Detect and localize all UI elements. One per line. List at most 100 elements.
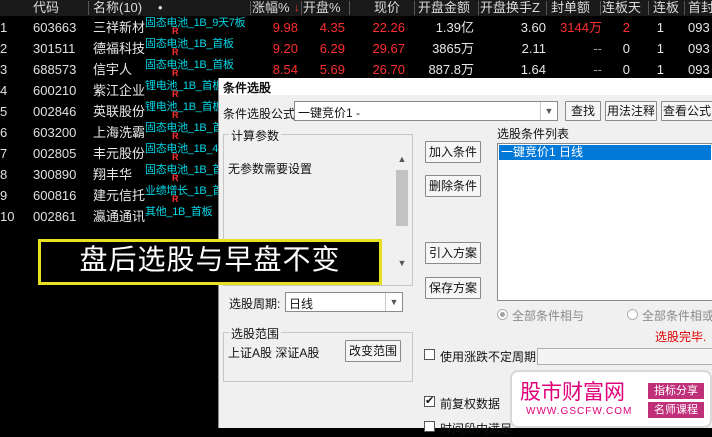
dialog-title: 条件选股 — [223, 81, 272, 95]
use-period-checkbox[interactable] — [424, 349, 435, 360]
first-seal-time: 093 — [688, 20, 710, 35]
stock-code: 002805 — [33, 146, 77, 161]
pre-adjust-label: 前复权数据 — [440, 397, 501, 411]
row-index: 10 — [0, 209, 15, 224]
row-index: 4 — [0, 83, 8, 98]
change-range-button[interactable]: 改变范围 — [345, 340, 401, 362]
find-button[interactable]: 查找 — [565, 101, 601, 121]
watermark-badge-share: 指标分享 — [648, 383, 704, 399]
header-code[interactable]: 代码 — [33, 0, 59, 16]
period-value: 日线 — [289, 297, 314, 311]
dropdown-arrow-icon[interactable]: ▼ — [385, 293, 402, 311]
period-label: 选股周期: — [229, 297, 281, 311]
header-open-pct[interactable]: 开盘% — [303, 0, 341, 16]
period-select[interactable]: 日线 ▼ — [285, 292, 403, 312]
consecutive: 1 — [656, 62, 664, 77]
stock-code: 688573 — [33, 62, 77, 77]
params-scrollbar[interactable]: ▲ ▼ — [395, 154, 409, 268]
scroll-up-icon[interactable]: ▲ — [395, 154, 409, 164]
stock-name: 上海洗霸 — [93, 125, 146, 140]
open-pct: 5.69 — [319, 62, 345, 77]
caption-text: 盘后选股与早盘不变 — [79, 245, 341, 276]
header-open-amount[interactable]: 开盘金额 — [418, 0, 470, 16]
radio-all-and[interactable] — [497, 309, 508, 320]
stock-code: 603663 — [33, 20, 77, 35]
seal-amount: -- — [593, 62, 602, 77]
status-text: 选股完毕. — [655, 330, 707, 344]
dropdown-arrow-icon[interactable]: ▼ — [540, 102, 557, 120]
limit-days: 2 — [622, 20, 630, 35]
open-pct: 4.35 — [319, 20, 345, 35]
formula-select[interactable]: 一键竞价1 - ▼ — [294, 101, 558, 121]
stock-name: 英联股份 — [93, 104, 146, 119]
stock-name: 紫江企业 — [93, 83, 146, 98]
table-header: 代码 名称(10) • 涨幅% ↓ 开盘% 现价 开盘金额 开盘换手Z 封单额 … — [0, 0, 712, 16]
column-divider — [648, 1, 649, 15]
time-section-checkbox[interactable] — [424, 421, 435, 432]
column-divider — [600, 1, 601, 15]
limit-days: 0 — [622, 62, 630, 77]
concept-tag: 其他_1B_首板 — [145, 206, 213, 218]
table-row[interactable]: 3 688573 信宇人 固态电池_1B_首板 R 8.54 5.69 26.7… — [0, 59, 712, 80]
stock-name: 丰元股份 — [93, 146, 146, 161]
stock-code: 300890 — [33, 167, 77, 182]
scroll-thumb[interactable] — [396, 170, 408, 226]
radio-all-or[interactable] — [627, 309, 638, 320]
use-period-label: 使用涨跌不定周期 — [440, 350, 537, 364]
row-index: 6 — [0, 125, 8, 140]
header-first-seal[interactable]: 首封 — [688, 0, 712, 16]
condition-list[interactable]: 一键竞价1 日线 — [497, 143, 712, 301]
stock-code: 600210 — [33, 83, 77, 98]
view-formula-button[interactable]: 查看公式 — [661, 101, 712, 121]
stock-name: 三祥新材 — [93, 20, 146, 35]
row-index: 8 — [0, 167, 8, 182]
add-condition-button[interactable]: 加入条件 — [425, 141, 481, 163]
open-turnover: 1.64 — [520, 62, 546, 77]
save-plan-button[interactable]: 保存方案 — [425, 277, 481, 299]
formula-label: 条件选股公式 — [223, 107, 296, 121]
range-group-title: 选股范围 — [229, 325, 282, 342]
header-name[interactable]: 名称(10) — [93, 0, 142, 16]
change-pct: 8.54 — [272, 62, 298, 77]
header-limit-days[interactable]: 连板天 — [602, 0, 641, 16]
seal-amount: -- — [593, 41, 602, 56]
checkmark-icon: ✔ — [425, 395, 435, 407]
pre-adjust-checkbox[interactable]: ✔ — [424, 395, 435, 407]
seal-amount: 3144万 — [560, 20, 602, 35]
header-open-turnover[interactable]: 开盘换手Z — [480, 0, 540, 16]
condition-list-item[interactable]: 一键竞价1 日线 — [499, 145, 711, 160]
stock-name: 翔丰华 — [93, 167, 133, 182]
import-plan-button[interactable]: 引入方案 — [425, 242, 481, 264]
delete-condition-button[interactable]: 删除条件 — [425, 175, 481, 197]
open-amount: 3865万 — [432, 41, 474, 56]
scroll-down-icon[interactable]: ▼ — [395, 258, 409, 268]
header-consecutive[interactable]: 连板 — [653, 0, 679, 16]
sort-down-icon: ↓ — [294, 2, 300, 14]
site-watermark-logo: 股市财富网 WWW.GSCFW.COM 指标分享 名师课程 — [510, 370, 712, 428]
range-value: 上证A股 深证A股 — [228, 346, 320, 360]
header-price[interactable]: 现价 — [374, 0, 400, 16]
table-row[interactable]: 1 603663 三祥新材 固态电池_1B_9天7板 R 9.98 4.35 2… — [0, 17, 712, 38]
row-index: 3 — [0, 62, 8, 77]
open-amount: 887.8万 — [428, 62, 474, 77]
row-index: 5 — [0, 104, 8, 119]
usage-notes-button[interactable]: 用法注释 — [605, 101, 657, 121]
first-seal-time: 093 — [688, 41, 710, 56]
column-divider — [88, 1, 89, 15]
price: 29.67 — [372, 41, 405, 56]
first-seal-time: 093 — [688, 62, 710, 77]
dialog-titlebar[interactable]: 条件选股 — [219, 78, 712, 95]
condition-list-label: 选股条件列表 — [497, 127, 570, 141]
concept-tag: 固态电池_1B_9天7板 — [145, 17, 246, 29]
period-input[interactable] — [537, 348, 712, 365]
concept-tag: 固态电池_1B_首板 — [145, 38, 234, 50]
price: 26.70 — [372, 62, 405, 77]
column-divider — [250, 1, 251, 15]
column-divider — [478, 1, 479, 15]
concept-tag: 锂电池_1B_首板 — [145, 101, 223, 113]
header-seal-amount[interactable]: 封单额 — [551, 0, 590, 16]
price: 22.26 — [372, 20, 405, 35]
table-row[interactable]: 2 301511 德福科技 固态电池_1B_首板 R 9.20 6.29 29.… — [0, 38, 712, 59]
header-change-pct[interactable]: 涨幅% — [252, 0, 290, 16]
consecutive: 1 — [656, 41, 664, 56]
